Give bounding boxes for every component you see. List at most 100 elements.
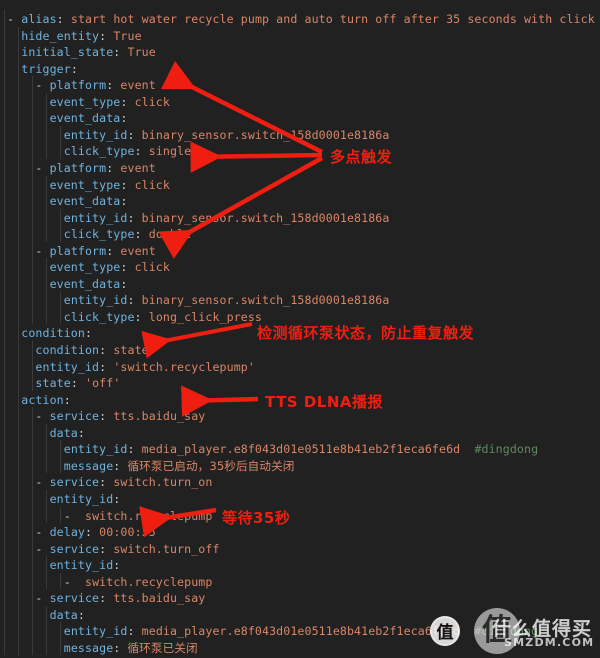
yaml-key: platform: [49, 78, 107, 93]
yaml-value: event: [120, 243, 156, 258]
code-line: entity_id: binary_sensor.switch_158d0001…: [0, 292, 390, 309]
code-line: data:: [0, 607, 85, 624]
code-line: - switch.recyclepump: [0, 574, 213, 591]
yaml-value: click: [134, 260, 170, 275]
list-dash: -: [35, 78, 50, 93]
yaml-colon: :: [56, 12, 64, 26]
yaml-key: hide_entity: [21, 28, 100, 43]
yaml-key: entity_id: [63, 624, 128, 639]
yaml-colon: :: [120, 111, 128, 126]
yaml-key: platform: [49, 160, 107, 175]
yaml-value: tts.baidu_say: [113, 591, 206, 606]
code-line: entity_id: 'switch.recyclepump': [0, 359, 255, 376]
yaml-key: event_data: [49, 194, 121, 209]
yaml-colon: :: [77, 425, 85, 440]
list-dash: -: [35, 475, 50, 490]
code-line: event_data:: [0, 110, 128, 127]
yaml-value: click: [134, 177, 170, 192]
yaml-colon: :: [70, 61, 78, 76]
code-line: entity_id:: [0, 557, 121, 574]
list-dash: -: [7, 12, 22, 26]
yaml-value: 00:00:35: [99, 525, 156, 540]
code-line: event_type: click: [0, 259, 170, 276]
yaml-key: delay: [49, 525, 85, 540]
yaml-key: condition: [35, 343, 100, 357]
yaml-key: entity_id: [49, 558, 114, 573]
list-dash: -: [63, 508, 78, 523]
yaml-value: single: [148, 144, 192, 159]
yaml-value: switch.turn_off: [113, 541, 220, 556]
yaml-value: tts.baidu_say: [113, 409, 206, 424]
code-line: - service: switch.turn_off: [0, 541, 220, 558]
yaml-key: data: [49, 425, 78, 440]
code-line: - service: switch.turn_on: [0, 474, 212, 491]
yaml-value: 循环泵已关闭: [127, 640, 198, 655]
list-dash: -: [35, 591, 50, 606]
yaml-value: switch.turn_on: [113, 475, 213, 490]
yaml-value: 循环泵已启动，35秒后自动关闭: [127, 458, 295, 473]
yaml-key: service: [49, 409, 100, 424]
list-dash: -: [35, 409, 50, 424]
code-line: - alias: start hot water recycle pump an…: [0, 11, 595, 28]
yaml-value: state: [113, 343, 149, 357]
yaml-key: event_type: [49, 177, 121, 192]
code-line: entity_id: media_player.e8f043d01e0511e8…: [0, 623, 538, 640]
yaml-colon: :: [77, 607, 85, 622]
code-line: - service: tts.baidu_say: [0, 590, 205, 607]
yaml-key: state: [35, 376, 71, 391]
yaml-colon: :: [127, 127, 135, 142]
yaml-value: 'switch.recyclepump': [113, 359, 255, 374]
yaml-code-block: - alias: start hot water recycle pump an…: [0, 0, 600, 658]
yaml-colon: :: [120, 276, 128, 291]
yaml-colon: :: [70, 376, 78, 391]
code-line: click_type: single: [0, 143, 191, 160]
code-line: condition:: [0, 325, 92, 342]
yaml-colon: :: [127, 293, 135, 308]
yaml-key: platform: [49, 243, 107, 258]
yaml-key: entity_id: [63, 210, 128, 225]
yaml-colon: :: [63, 392, 71, 407]
yaml-key: event_type: [49, 260, 121, 275]
yaml-value: double: [148, 227, 192, 242]
code-line: state: 'off': [0, 375, 120, 392]
yaml-value: binary_sensor.switch_158d0001e8186a: [141, 293, 390, 308]
yaml-key: event_type: [49, 94, 121, 109]
code-line: - platform: event: [0, 77, 156, 94]
yaml-value: True: [113, 28, 142, 43]
yaml-key: entity_id: [49, 491, 114, 506]
yaml-key: click_type: [63, 227, 135, 242]
yaml-value: switch.recyclepump: [85, 508, 213, 523]
yaml-key: action: [21, 392, 64, 407]
